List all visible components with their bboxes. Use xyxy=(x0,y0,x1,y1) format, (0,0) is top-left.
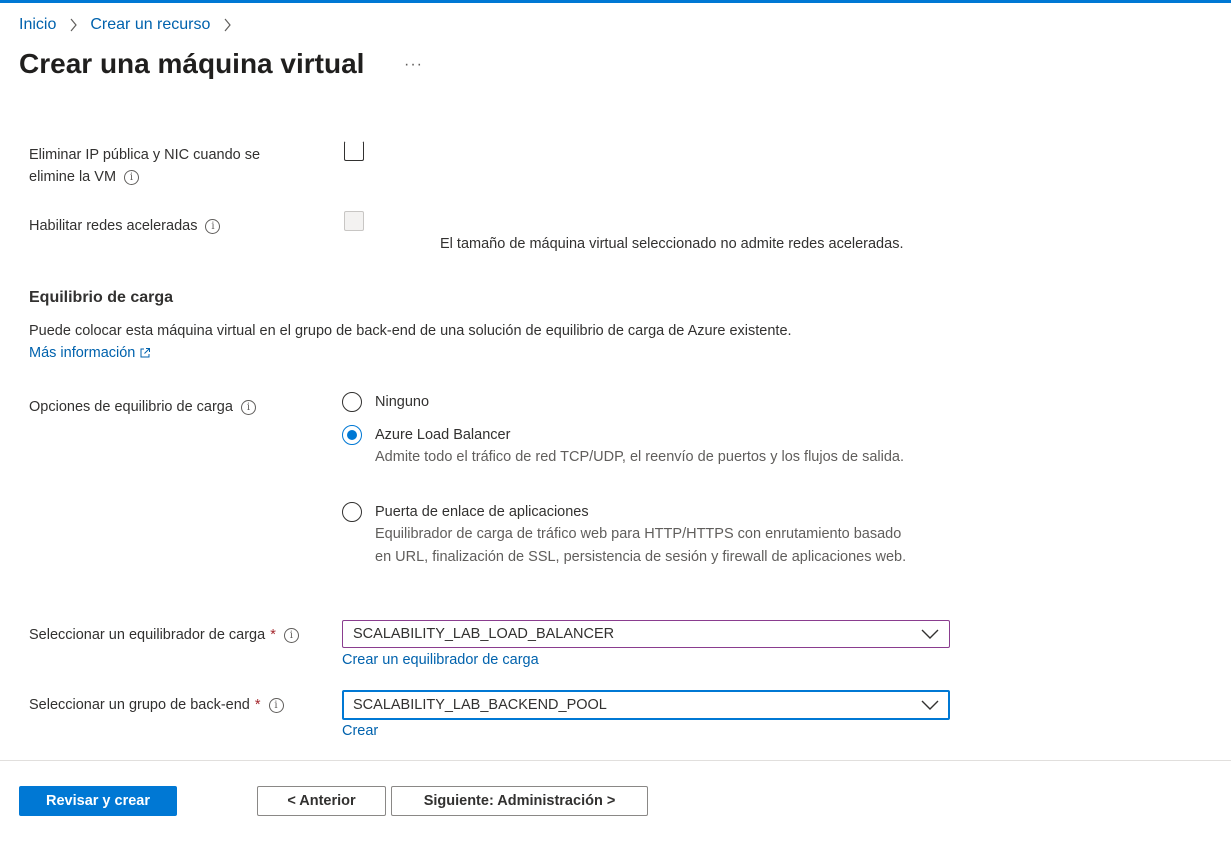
more-options-button[interactable]: ··· xyxy=(404,56,423,74)
more-info-link-text[interactable]: Más información xyxy=(29,345,135,361)
footer-divider xyxy=(0,760,1231,761)
breadcrumb: Inicio Crear un recurso xyxy=(19,16,244,34)
radio-option-none[interactable]: Ninguno xyxy=(342,392,915,412)
info-icon[interactable]: i xyxy=(268,698,284,713)
create-load-balancer-link[interactable]: Crear un equilibrador de carga xyxy=(342,652,539,668)
info-icon[interactable]: i xyxy=(124,170,140,185)
info-icon[interactable]: i xyxy=(240,400,256,415)
more-info-link[interactable]: Más información xyxy=(29,345,151,361)
chevron-right-icon xyxy=(70,18,78,32)
radio-option-application-gateway-label: Puerta de enlace de aplicaciones xyxy=(375,504,589,520)
select-load-balancer-label-text: Seleccionar un equilibrador de carga xyxy=(29,627,266,643)
radio-option-none-label: Ninguno xyxy=(375,394,430,410)
radio-button-azure-load-balancer[interactable] xyxy=(342,425,362,445)
load-balancing-section-title: Equilibrio de carga xyxy=(29,289,174,306)
required-mark: * xyxy=(254,697,261,713)
load-balancing-options-label: Opciones de equilibrio de carga i xyxy=(29,396,256,418)
delete-ip-nic-checkbox[interactable] xyxy=(344,141,364,161)
radio-option-azure-load-balancer[interactable]: Azure Load Balancer Admite todo el tráfi… xyxy=(342,425,925,469)
radio-option-azure-load-balancer-desc: Admite todo el tráfico de red TCP/UDP, e… xyxy=(375,449,904,465)
load-balancing-description: Puede colocar esta máquina virtual en el… xyxy=(29,323,792,339)
accelerated-networking-note: El tamaño de máquina virtual seleccionad… xyxy=(440,236,904,252)
info-icon[interactable]: i xyxy=(283,628,299,643)
load-balancing-options-label-text: Opciones de equilibrio de carga xyxy=(29,399,233,415)
create-backend-pool-link[interactable]: Crear xyxy=(342,723,378,739)
chevron-right-icon xyxy=(224,18,232,32)
backend-pool-dropdown[interactable]: SCALABILITY_LAB_BACKEND_POOL xyxy=(342,690,950,720)
top-accent-bar xyxy=(0,0,1231,3)
accelerated-networking-label: Habilitar redes aceleradas i xyxy=(29,215,221,237)
previous-button[interactable]: < Anterior xyxy=(257,786,386,816)
delete-ip-nic-label-line2: elimine la VM xyxy=(29,169,117,185)
radio-button-none[interactable] xyxy=(342,392,362,412)
load-balancer-dropdown[interactable]: SCALABILITY_LAB_LOAD_BALANCER xyxy=(342,620,950,648)
page-title: Crear una máquina virtual xyxy=(19,48,365,79)
radio-option-azure-load-balancer-label: Azure Load Balancer xyxy=(375,427,511,443)
select-backend-pool-label: Seleccionar un grupo de back-end * i xyxy=(29,694,284,716)
external-link-icon xyxy=(140,348,151,358)
breadcrumb-create-resource-link[interactable]: Crear un recurso xyxy=(90,16,210,34)
info-icon[interactable]: i xyxy=(205,219,221,234)
radio-button-application-gateway[interactable] xyxy=(342,502,362,522)
required-mark: * xyxy=(270,627,276,643)
select-load-balancer-label: Seleccionar un equilibrador de carga * i xyxy=(29,624,299,646)
review-create-button[interactable]: Revisar y crear xyxy=(19,786,177,816)
delete-ip-nic-label: Eliminar IP pública y NIC cuando se elim… xyxy=(29,144,260,188)
select-backend-pool-label-text: Seleccionar un grupo de back-end xyxy=(29,697,250,713)
next-button[interactable]: Siguiente: Administración > xyxy=(391,786,648,816)
backend-pool-dropdown-value: SCALABILITY_LAB_BACKEND_POOL xyxy=(353,697,607,713)
load-balancer-dropdown-value: SCALABILITY_LAB_LOAD_BALANCER xyxy=(353,626,615,642)
accelerated-networking-checkbox xyxy=(344,211,364,231)
breadcrumb-home-link[interactable]: Inicio xyxy=(19,16,56,34)
delete-ip-nic-label-line1: Eliminar IP pública y NIC cuando se xyxy=(29,147,261,163)
accelerated-networking-label-text: Habilitar redes aceleradas xyxy=(29,218,198,234)
radio-option-application-gateway-desc: Equilibrador de carga de tráfico web par… xyxy=(375,526,907,565)
chevron-down-icon xyxy=(921,629,939,639)
chevron-down-icon xyxy=(921,700,939,710)
radio-option-application-gateway[interactable]: Puerta de enlace de aplicaciones Equilib… xyxy=(342,502,910,568)
